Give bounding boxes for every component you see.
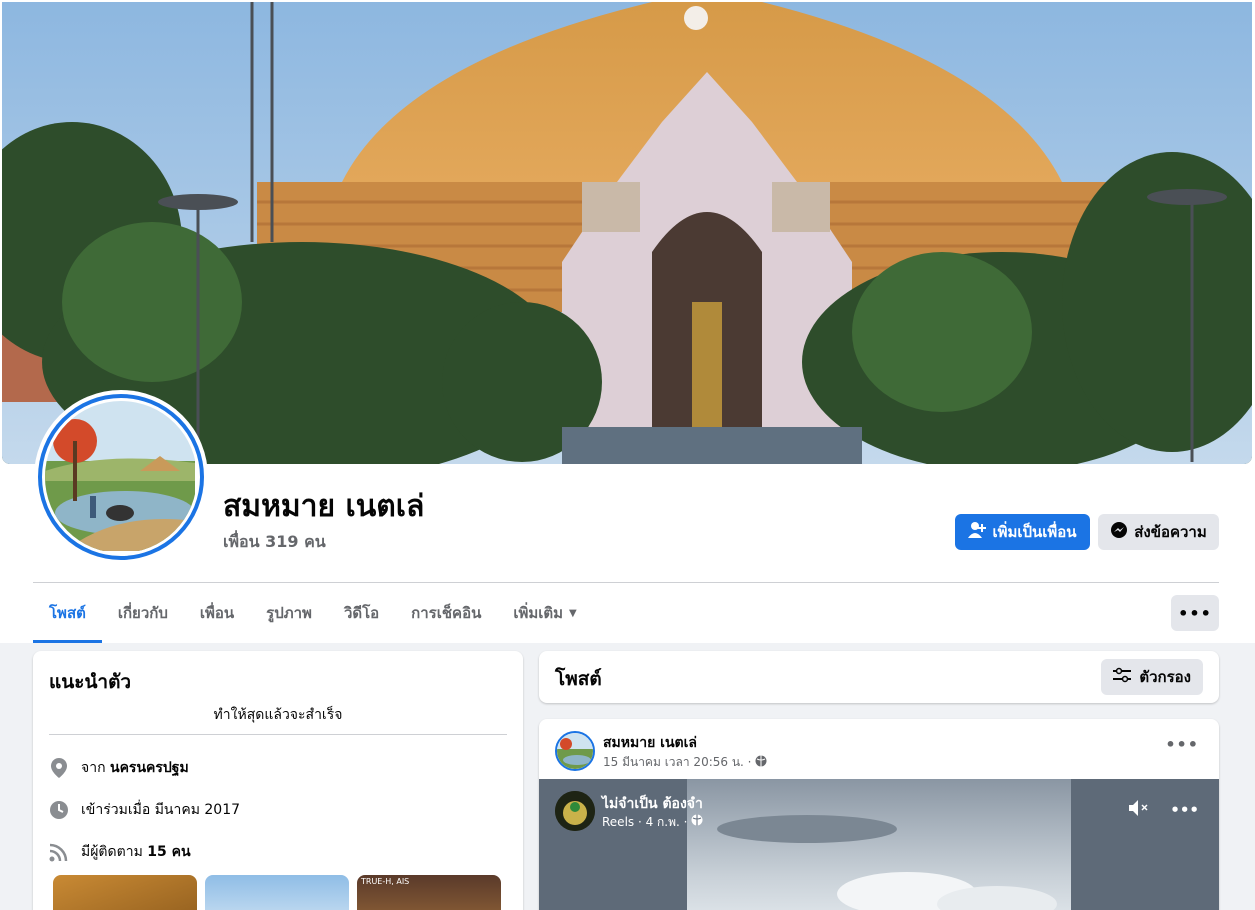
reel-author-avatar[interactable] [555, 791, 595, 831]
mute-icon[interactable] [1128, 799, 1150, 821]
profile-avatar[interactable] [34, 390, 208, 564]
filter-button[interactable]: ตัวกรอง [1101, 659, 1203, 695]
photo-thumbnail[interactable]: TRUE-H, AIS [357, 875, 501, 910]
tab-videos[interactable]: วิดีโอ [328, 583, 395, 643]
reel-controls: ••• [1128, 799, 1199, 821]
photo-thumbnail[interactable] [53, 875, 197, 910]
from-value[interactable]: นครนครปฐม [110, 760, 189, 776]
cover-photo[interactable] [2, 2, 1252, 464]
friends-count[interactable]: เพื่อน 319 คน [223, 530, 326, 555]
intro-bio: ทำให้สุดแล้วจะสำเร็จ [213, 707, 343, 723]
rss-icon [49, 842, 69, 862]
joined-text: เข้าร่วมเมื่อ มีนาคม 2017 [81, 802, 241, 818]
tab-posts[interactable]: โพสต์ [33, 583, 102, 643]
profile-tabs: โพสต์ เกี่ยวกับ เพื่อน รูปภาพ วิดีโอ การ… [33, 583, 593, 643]
post-timestamp[interactable]: 15 มีนาคม เวลา 20:56 น. · [603, 753, 751, 772]
message-button[interactable]: ส่งข้อความ [1098, 514, 1219, 550]
location-pin-icon [49, 758, 69, 778]
tab-about[interactable]: เกี่ยวกับ [102, 583, 184, 643]
profile-header: สมหมาย เนตเล่ เพื่อน 319 คน เพิ่มเป็นเพื… [0, 0, 1255, 643]
tab-friends[interactable]: เพื่อน [184, 583, 250, 643]
add-person-icon [968, 521, 987, 543]
tab-more-label: เพิ่มเติม [513, 604, 564, 622]
post-author-name[interactable]: สมหมาย เนตเล่ [603, 732, 697, 754]
profile-name: สมหมาย เนตเล่ [223, 489, 425, 524]
post-meta: 15 มีนาคม เวลา 20:56 น. · [603, 753, 767, 772]
photo-thumbnails: TRUE-H, AIS [53, 875, 501, 910]
reel-more-button[interactable]: ••• [1170, 801, 1199, 819]
reel-title[interactable]: ไม่จำเป็น ต้องจำ [602, 793, 703, 815]
caret-down-icon: ▼ [569, 607, 577, 619]
followers-value[interactable]: 15 คน [147, 844, 190, 860]
posts-header-card: โพสต์ ตัวกรอง [539, 651, 1219, 703]
filter-label: ตัวกรอง [1139, 668, 1191, 686]
reel-meta-text: Reels · 4 ก.พ. · [602, 815, 688, 829]
message-label: ส่งข้อความ [1134, 523, 1207, 541]
post-options-button[interactable]: ••• [1165, 735, 1199, 754]
add-friend-label: เพิ่มเป็นเพื่อน [992, 523, 1077, 541]
info-followers: มีผู้ติดตาม 15 คน [49, 841, 191, 863]
globe-icon [755, 755, 767, 770]
messenger-icon [1110, 521, 1128, 543]
intro-title: แนะนำตัว [49, 671, 132, 693]
followers-prefix: มีผู้ติดตาม [81, 844, 143, 860]
filter-icon [1113, 667, 1132, 687]
reel-preview[interactable]: ไม่จำเป็น ต้องจำ Reels · 4 ก.พ. · ••• [539, 779, 1219, 910]
tab-more[interactable]: เพิ่มเติม ▼ [497, 583, 592, 643]
reel-globe-icon [691, 814, 703, 829]
thumb-status-text: TRUE-H, AIS [361, 877, 410, 886]
post-author-avatar[interactable] [555, 731, 595, 771]
photo-thumbnail[interactable] [205, 875, 349, 910]
from-prefix: จาก [81, 760, 106, 776]
reel-meta: Reels · 4 ก.พ. · [602, 813, 703, 832]
post-card: สมหมาย เนตเล่ 15 มีนาคม เวลา 20:56 น. · … [539, 719, 1219, 910]
reel-video-frame [687, 779, 1071, 910]
tab-photos[interactable]: รูปภาพ [250, 583, 328, 643]
clock-icon [49, 800, 69, 820]
info-joined: เข้าร่วมเมื่อ มีนาคม 2017 [49, 799, 240, 821]
intro-divider [49, 734, 507, 735]
intro-card: แนะนำตัว ทำให้สุดแล้วจะสำเร็จ จาก นครนคร… [33, 651, 523, 910]
info-from: จาก นครนครปฐม [49, 757, 189, 779]
tab-checkins[interactable]: การเช็คอิน [395, 583, 497, 643]
profile-more-button[interactable]: ••• [1171, 595, 1219, 631]
avatar-image [45, 401, 195, 551]
posts-title: โพสต์ [555, 668, 602, 690]
add-friend-button[interactable]: เพิ่มเป็นเพื่อน [955, 514, 1090, 550]
